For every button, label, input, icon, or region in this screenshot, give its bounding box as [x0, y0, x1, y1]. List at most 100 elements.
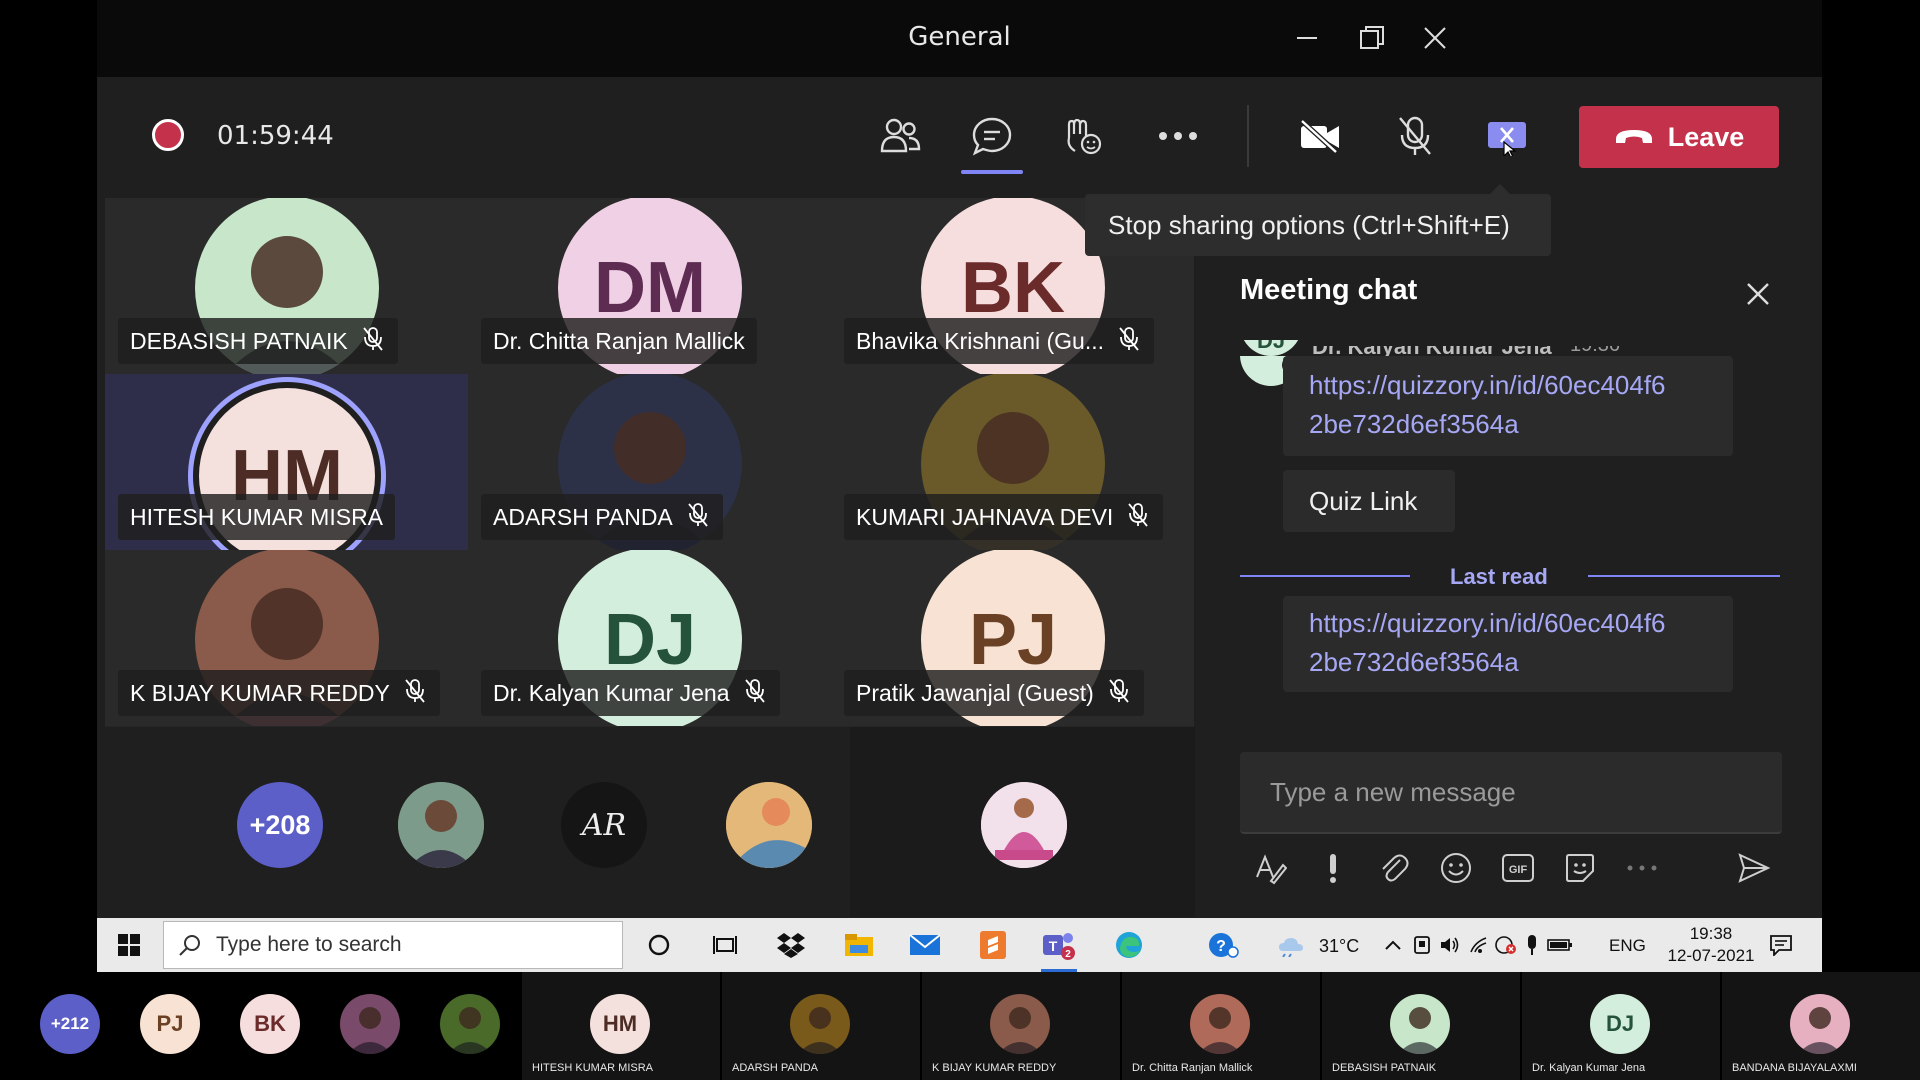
participants-icon[interactable]	[877, 113, 923, 159]
participant-name: HITESH KUMAR MISRA	[532, 1062, 654, 1074]
last-read-divider-left	[1240, 575, 1410, 577]
chat-timestamp: 19:36	[1570, 346, 1620, 356]
participant-thumbnail[interactable]: K BIJAY KUMAR REDDY	[922, 972, 1120, 1080]
participant-nameplate: Dr. Kalyan Kumar Jena	[481, 670, 780, 716]
more-options-icon[interactable]	[1155, 113, 1201, 159]
volume-icon[interactable]	[1439, 928, 1461, 962]
meeting-timer: 01:59:44	[217, 121, 334, 151]
minimize-icon[interactable]	[1285, 18, 1329, 58]
mic-off-icon[interactable]	[1392, 113, 1438, 159]
participant-avatar[interactable]	[726, 782, 812, 868]
camera-off-icon[interactable]	[1297, 113, 1343, 159]
attach-icon[interactable]	[1374, 848, 1414, 888]
participant-avatar[interactable]	[440, 994, 500, 1054]
meeting-toolbar: 01:59:44 Leave	[97, 77, 1822, 195]
participant-thumbnail[interactable]: BANDANA BIJAYALAXMI	[1722, 972, 1920, 1080]
weather-icon[interactable]	[1273, 928, 1309, 962]
sticker-icon[interactable]	[1560, 848, 1600, 888]
participant-avatar: DJ	[1590, 994, 1650, 1054]
send-icon[interactable]	[1734, 848, 1774, 888]
participant-tile[interactable]: DJ Dr. Kalyan Kumar Jena	[468, 550, 831, 726]
participant-thumbnail[interactable]: HM HITESH KUMAR MISRA	[522, 972, 720, 1080]
emoji-icon[interactable]	[1436, 848, 1476, 888]
cortana-icon[interactable]	[641, 928, 677, 962]
reactions-icon[interactable]	[1059, 113, 1105, 159]
more-compose-options-icon[interactable]	[1622, 848, 1662, 888]
overflow-participants-button[interactable]: +208	[237, 782, 323, 868]
participant-avatar-ar[interactable]: AR	[561, 782, 647, 868]
participant-thumbnail[interactable]: Dr. Chitta Ranjan Mallick	[1122, 972, 1320, 1080]
important-icon[interactable]	[1313, 848, 1353, 888]
windows-start-icon[interactable]	[111, 928, 147, 962]
participant-avatar[interactable]	[398, 782, 484, 868]
participant-avatar[interactable]	[340, 994, 400, 1054]
teams-icon[interactable]: T2	[1041, 928, 1077, 962]
notifications-icon[interactable]	[1763, 928, 1799, 962]
participant-avatar[interactable]	[981, 782, 1067, 868]
participant-name: Dr. Chitta Ranjan Mallick	[493, 327, 745, 354]
help-icon[interactable]: ?	[1205, 928, 1241, 962]
participant-avatar[interactable]: BK	[240, 994, 300, 1054]
participant-thumbnail[interactable]: DJ Dr. Kalyan Kumar Jena	[1522, 972, 1720, 1080]
participant-tile[interactable]: DM Dr. Chitta Ranjan Mallick	[468, 198, 831, 374]
wifi-icon[interactable]	[1467, 928, 1489, 962]
participant-nameplate: K BIJAY KUMAR REDDY	[118, 670, 440, 716]
participant-nameplate: Pratik Jawanjal (Guest)	[844, 670, 1144, 716]
clock-time[interactable]: 19:38	[1676, 924, 1746, 944]
chevron-up-icon[interactable]	[1383, 928, 1403, 962]
device-icon[interactable]	[1411, 928, 1433, 962]
participant-tile[interactable]: PJ Pratik Jawanjal (Guest)	[831, 550, 1194, 726]
leave-button[interactable]: Leave	[1579, 106, 1779, 168]
participant-tile[interactable]: HM HITESH KUMAR MISRA	[105, 374, 468, 550]
microphone-icon[interactable]	[1522, 928, 1542, 962]
mail-icon[interactable]	[907, 928, 943, 962]
stop-sharing-icon[interactable]	[1484, 113, 1530, 159]
participant-nameplate: DEBASISH PATNAIK	[118, 318, 398, 364]
language-indicator[interactable]: ENG	[1609, 936, 1646, 956]
edge-icon[interactable]	[1111, 928, 1147, 962]
participant-nameplate: HITESH KUMAR MISRA	[118, 494, 396, 540]
battery-icon[interactable]	[1547, 928, 1573, 962]
chat-message[interactable]: https://quizzory.in/id/60ec404f6 2be732d…	[1283, 596, 1733, 692]
close-icon[interactable]	[1413, 18, 1457, 58]
participant-nameplate: Bhavika Krishnani (Gu...	[844, 318, 1155, 364]
phone-hangup-icon	[1615, 130, 1652, 143]
compose-message-input[interactable]: Type a new message	[1240, 752, 1782, 834]
file-explorer-icon[interactable]	[841, 928, 877, 962]
chat-link-line2[interactable]: 2be732d6ef3564a	[1309, 643, 1666, 682]
participant-name: ADARSH PANDA	[732, 1062, 818, 1074]
participant-nameplate: ADARSH PANDA	[481, 494, 723, 540]
participant-thumbnail[interactable]: DEBASISH PATNAIK	[1322, 972, 1520, 1080]
weather-temperature[interactable]: 31°C	[1319, 936, 1359, 957]
restore-icon[interactable]	[1350, 18, 1394, 58]
chat-link-line2[interactable]: 2be732d6ef3564a	[1309, 405, 1666, 444]
participant-name: BANDANA BIJAYALAXMI	[1732, 1062, 1857, 1074]
format-icon[interactable]	[1250, 848, 1290, 888]
chat-message[interactable]: https://quizzory.in/id/60ec404f6 2be732d…	[1283, 356, 1733, 456]
chat-sender-avatar: DJ	[1240, 340, 1302, 356]
dropbox-icon[interactable]	[773, 928, 809, 962]
participant-avatar[interactable]: PJ	[140, 994, 200, 1054]
participant-tile[interactable]: K BIJAY KUMAR REDDY	[105, 550, 468, 726]
clock-date[interactable]: 12-07-2021	[1657, 946, 1765, 966]
participant-name: Pratik Jawanjal (Guest)	[856, 679, 1094, 706]
participant-tile[interactable]: ADARSH PANDA	[468, 374, 831, 550]
participant-name: DEBASISH PATNAIK	[1332, 1062, 1437, 1074]
mic-off-icon	[742, 677, 768, 709]
network-error-icon[interactable]	[1494, 928, 1518, 962]
taskbar-search-box[interactable]: Type here to search	[163, 921, 623, 969]
participants-bar: +212 PJ BK HM HITESH KUMAR MISRA ADARSH PAN…	[0, 972, 1920, 1080]
chat-icon[interactable]	[969, 113, 1015, 159]
sublime-icon[interactable]	[975, 928, 1011, 962]
gif-icon[interactable]: GIF	[1498, 848, 1538, 888]
chat-link-line1[interactable]: https://quizzory.in/id/60ec404f6	[1309, 366, 1666, 405]
participants-overflow-button[interactable]: +212	[40, 994, 100, 1054]
close-chat-icon[interactable]	[1738, 274, 1778, 314]
participant-tile[interactable]: DEBASISH PATNAIK	[105, 198, 468, 374]
participant-tile[interactable]: KUMARI JAHNAVA DEVI	[831, 374, 1194, 550]
chat-link-line1[interactable]: https://quizzory.in/id/60ec404f6	[1309, 604, 1666, 643]
chat-message-text[interactable]: Quiz Link	[1283, 470, 1455, 532]
participant-avatar	[990, 994, 1050, 1054]
participant-thumbnail[interactable]: ADARSH PANDA	[722, 972, 920, 1080]
task-view-icon[interactable]	[707, 928, 743, 962]
